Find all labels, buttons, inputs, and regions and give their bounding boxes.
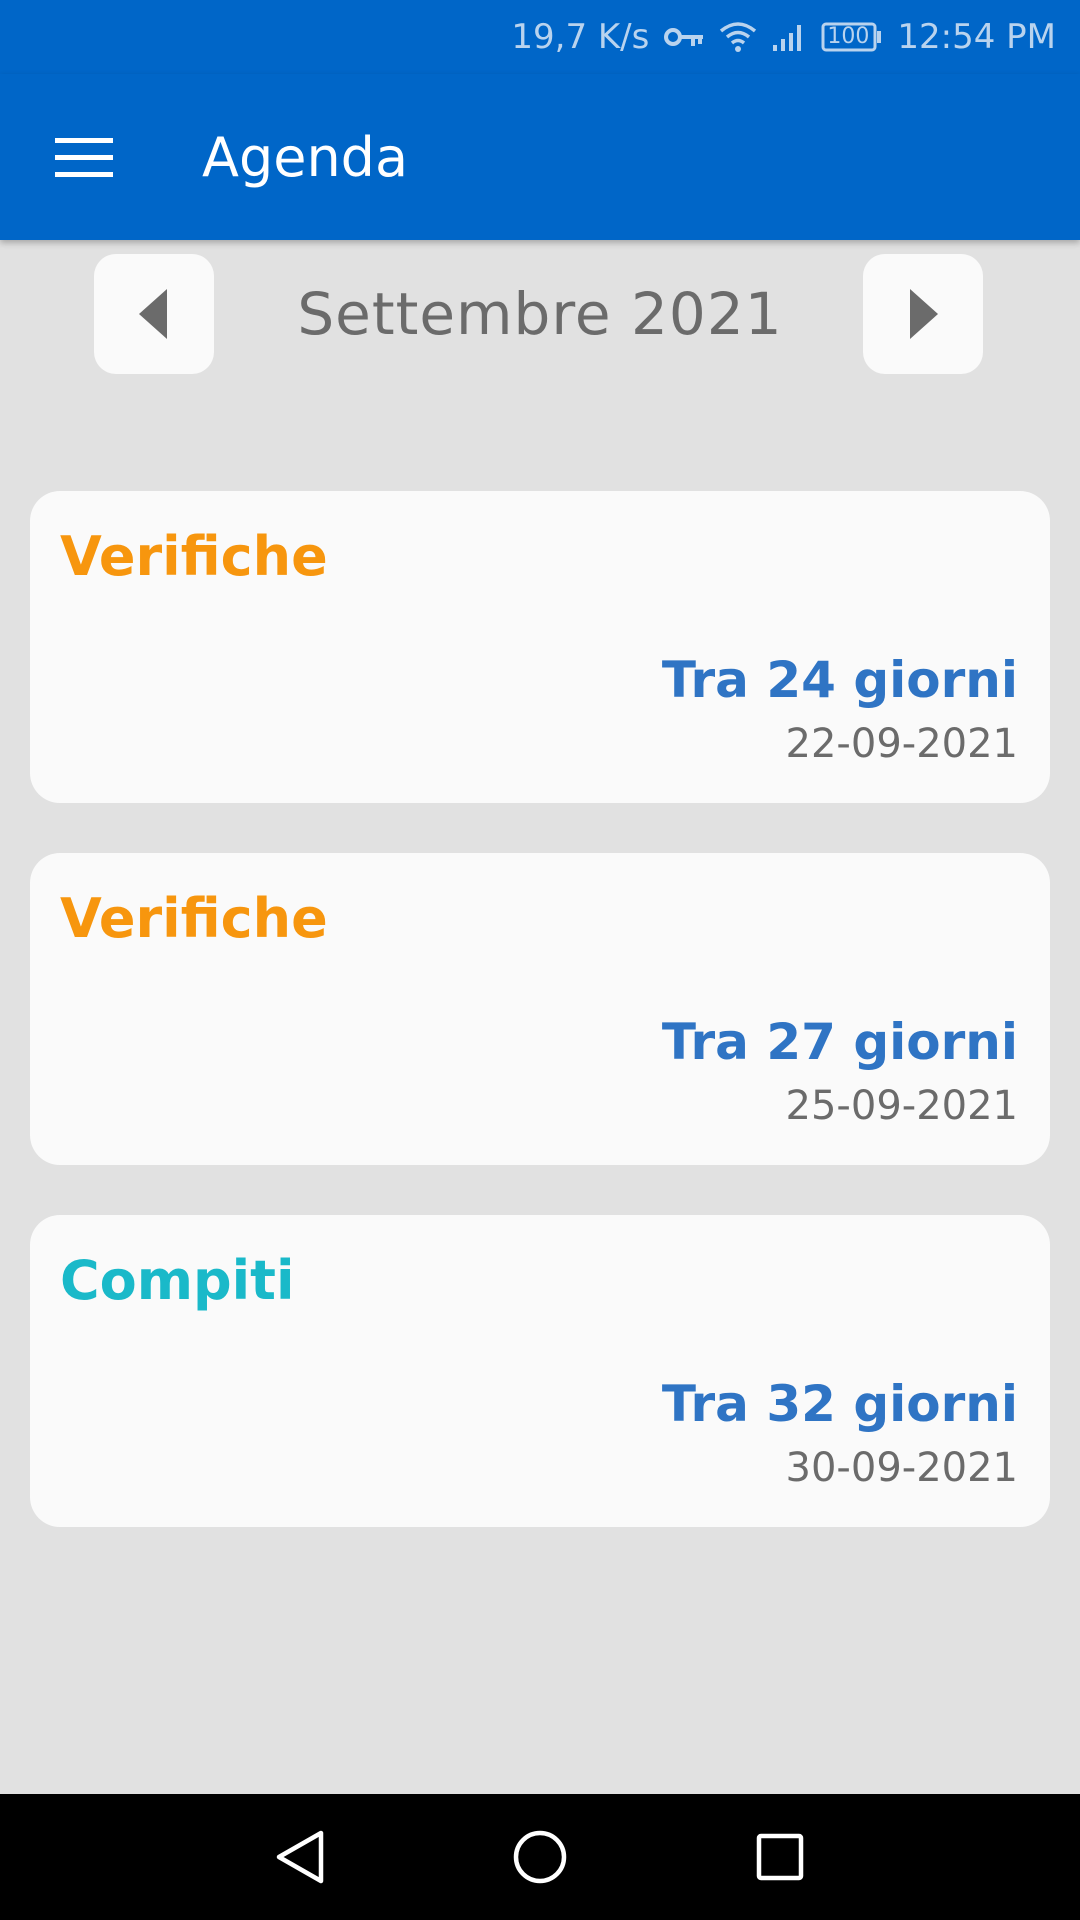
event-type: Verifiche xyxy=(60,887,328,950)
home-button[interactable] xyxy=(509,1826,571,1888)
back-button[interactable] xyxy=(269,1826,331,1888)
event-type: Compiti xyxy=(60,1249,295,1312)
event-date: 25-09-2021 xyxy=(785,1083,1018,1129)
page-title: Agenda xyxy=(202,125,409,189)
battery-icon: 100 xyxy=(821,22,883,52)
status-bar: 19,7 K/s 100 12:54 PM xyxy=(0,0,1080,74)
event-card[interactable]: Verifiche Tra 27 giorni 25-09-2021 xyxy=(30,853,1050,1165)
wifi-icon xyxy=(719,21,757,53)
hamburger-menu-icon xyxy=(55,138,113,177)
event-card[interactable]: Compiti Tra 32 giorni 30-09-2021 xyxy=(30,1215,1050,1527)
home-icon xyxy=(513,1830,567,1884)
recents-button[interactable] xyxy=(749,1826,811,1888)
event-type: Verifiche xyxy=(60,525,328,588)
key-icon xyxy=(663,25,705,49)
event-card[interactable]: Verifiche Tra 24 giorni 22-09-2021 xyxy=(30,491,1050,803)
next-month-button[interactable] xyxy=(863,254,983,374)
event-countdown: Tra 32 giorni xyxy=(661,1375,1018,1433)
event-date: 30-09-2021 xyxy=(785,1445,1018,1491)
app-bar: Agenda xyxy=(0,74,1080,240)
triangle-right-icon xyxy=(910,289,938,339)
month-navigator: Settembre 2021 xyxy=(0,254,1080,374)
event-date: 22-09-2021 xyxy=(785,721,1018,767)
event-countdown: Tra 24 giorni xyxy=(661,651,1018,709)
system-navigation-bar xyxy=(0,1794,1080,1920)
clock: 12:54 PM xyxy=(897,17,1056,57)
menu-button[interactable] xyxy=(29,102,139,212)
signal-icon xyxy=(771,21,807,53)
previous-month-button[interactable] xyxy=(94,254,214,374)
back-icon xyxy=(276,1830,324,1884)
event-countdown: Tra 27 giorni xyxy=(661,1013,1018,1071)
battery-level: 100 xyxy=(827,24,870,49)
recents-icon xyxy=(756,1833,804,1881)
network-speed: 19,7 K/s xyxy=(511,17,650,57)
triangle-left-icon xyxy=(139,289,167,339)
